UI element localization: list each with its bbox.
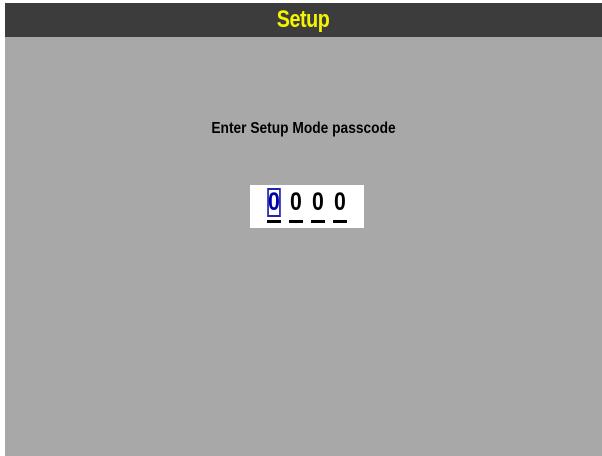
passcode-digit-1-value: 0 xyxy=(267,188,281,217)
passcode-digit-3-value: 0 xyxy=(312,188,324,216)
page-title: Setup xyxy=(277,6,330,33)
passcode-digit-3-underline xyxy=(311,220,325,223)
setup-screen: Setup Enter Setup Mode passcode 0 0 0 0 xyxy=(5,3,602,456)
passcode-digit-4-underline xyxy=(333,220,347,223)
passcode-entry[interactable]: 0 0 0 0 xyxy=(250,185,364,228)
passcode-digit-1[interactable]: 0 xyxy=(265,188,283,225)
passcode-digit-2-underline xyxy=(289,220,303,223)
passcode-digit-2[interactable]: 0 xyxy=(287,189,305,225)
title-bar: Setup xyxy=(5,3,602,37)
passcode-digit-4-value: 0 xyxy=(334,188,346,216)
passcode-digit-3[interactable]: 0 xyxy=(309,189,327,225)
passcode-prompt: Enter Setup Mode passcode xyxy=(211,120,396,137)
passcode-digit-4[interactable]: 0 xyxy=(331,189,349,225)
passcode-digit-1-underline xyxy=(267,220,281,223)
passcode-digit-2-value: 0 xyxy=(290,188,302,216)
